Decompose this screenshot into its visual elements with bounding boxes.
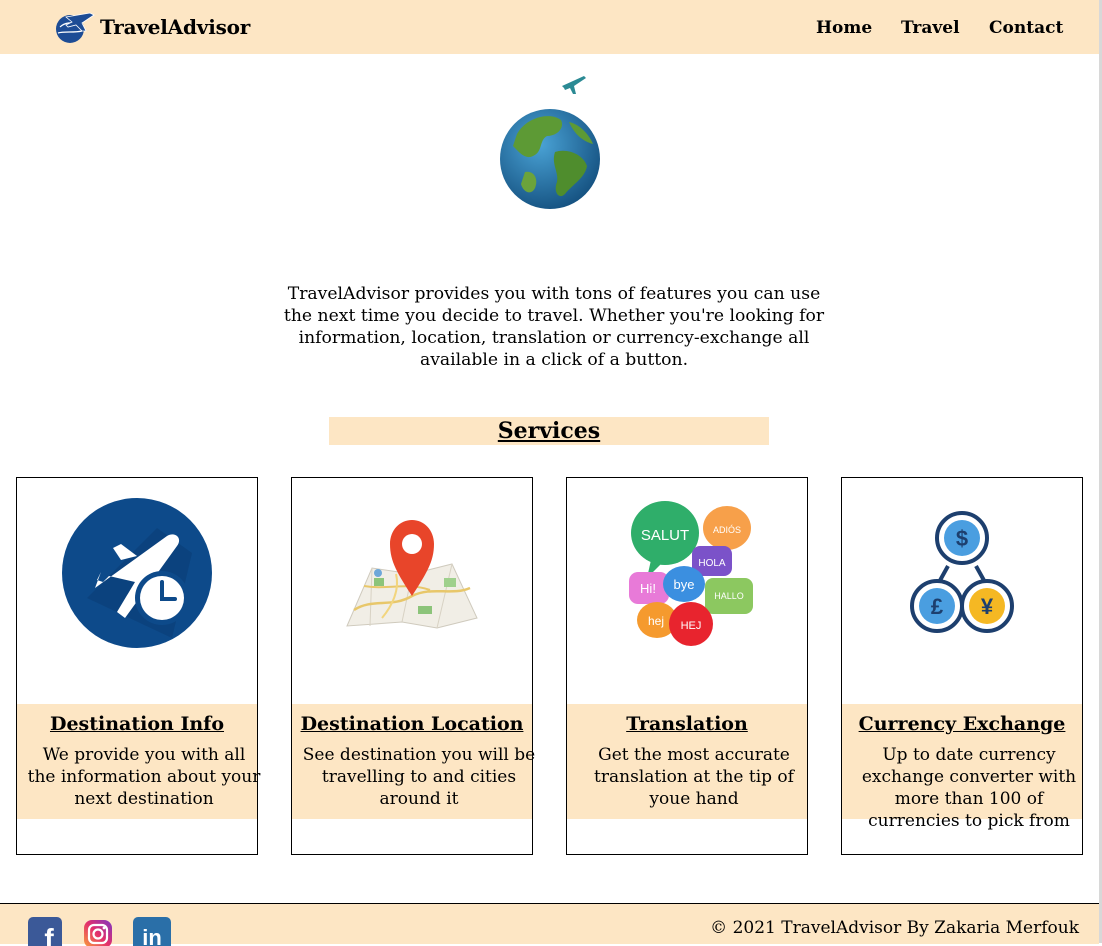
intro-text: TravelAdvisor provides you with tons of … bbox=[283, 284, 825, 370]
airplane-clock-icon bbox=[62, 498, 212, 648]
card-text: Get the most accurate translation at the… bbox=[594, 745, 794, 809]
svg-text:¥: ¥ bbox=[981, 594, 994, 619]
bubble-word: SALUT bbox=[641, 527, 689, 544]
map-pin-icon bbox=[346, 520, 478, 629]
bubble-word: Hi! bbox=[640, 581, 656, 596]
nav-home[interactable]: Home bbox=[816, 18, 872, 38]
bubble-word: HALLO bbox=[714, 591, 744, 601]
service-card-translation[interactable]: SALUT ADIÓS HOLA Hi! bye HALLO hej HEJ T… bbox=[566, 477, 808, 855]
services-title: Services bbox=[497, 418, 601, 444]
card-text: See destination you will be travelling t… bbox=[302, 745, 536, 809]
card-body: Translation Get the most accurate transl… bbox=[567, 704, 807, 819]
card-title[interactable]: Destination Location bbox=[292, 713, 532, 735]
currency-exchange-icon: $ £ ¥ bbox=[910, 511, 1014, 633]
nav-travel[interactable]: Travel bbox=[901, 18, 960, 38]
service-card-destination-info[interactable]: Destination Info We provide you with all… bbox=[16, 477, 260, 855]
small-airplane-icon bbox=[562, 76, 586, 94]
card-body: Currency Exchange Up to date currency ex… bbox=[842, 704, 1082, 831]
footer: f in © 2021 TravelAdvisor By Zakaria Mer… bbox=[0, 903, 1099, 946]
service-card-destination-location[interactable]: Destination Location See destination you… bbox=[291, 477, 535, 855]
svg-text:$: $ bbox=[956, 526, 968, 551]
speech-bubbles-icon: SALUT ADIÓS HOLA Hi! bye HALLO hej HEJ bbox=[629, 501, 753, 646]
card-title[interactable]: Translation bbox=[567, 713, 807, 735]
svg-text:£: £ bbox=[931, 594, 944, 619]
linkedin-icon[interactable]: in bbox=[132, 916, 172, 946]
facebook-icon[interactable]: f bbox=[27, 916, 63, 946]
globe-icon bbox=[500, 109, 600, 209]
brand-name: TravelAdvisor bbox=[100, 15, 251, 39]
card-body: Destination Location See destination you… bbox=[292, 704, 535, 819]
card-title[interactable]: Currency Exchange bbox=[842, 713, 1082, 735]
card-text: We provide you with all the information … bbox=[27, 745, 261, 809]
airplane-globe-logo-icon bbox=[56, 12, 95, 43]
copyright: © 2021 TravelAdvisor By Zakaria Merfouk bbox=[710, 918, 1079, 938]
instagram-icon[interactable] bbox=[80, 916, 116, 946]
card-title[interactable]: Destination Info bbox=[17, 713, 257, 735]
brand[interactable]: TravelAdvisor bbox=[52, 8, 250, 46]
card-body: Destination Info We provide you with all… bbox=[17, 704, 260, 819]
bubble-word: bye bbox=[674, 577, 695, 592]
bubble-word: HEJ bbox=[681, 620, 702, 632]
bubble-word: hej bbox=[648, 614, 664, 628]
service-card-currency-exchange[interactable]: $ £ ¥ Currency Exchange Up to date curre… bbox=[841, 477, 1083, 855]
navbar: TravelAdvisor Home Travel Contact bbox=[0, 0, 1099, 54]
card-text: Up to date currency exchange converter w… bbox=[861, 745, 1077, 831]
bubble-word: HOLA bbox=[698, 558, 726, 569]
nav-contact[interactable]: Contact bbox=[989, 18, 1063, 38]
bubble-word: ADIÓS bbox=[713, 525, 741, 535]
